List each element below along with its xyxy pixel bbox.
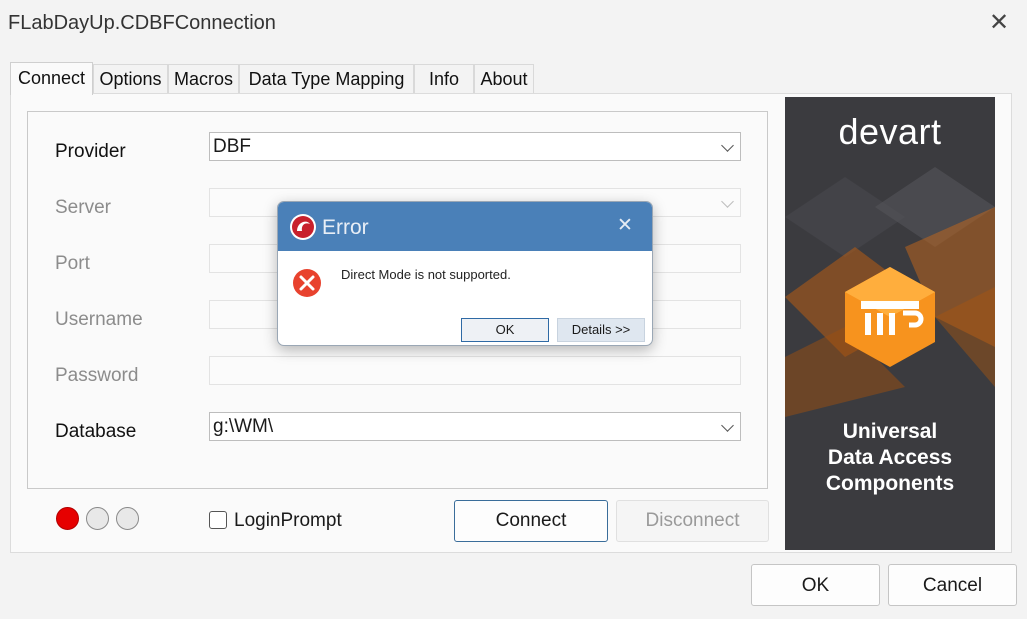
- tab-data-type-mapping[interactable]: Data Type Mapping: [239, 64, 414, 93]
- uda-line-1: Universal: [842, 420, 938, 443]
- disconnect-button: Disconnect: [616, 500, 769, 542]
- error-icon: [293, 269, 321, 297]
- status-indicator-yellow: [86, 507, 109, 530]
- cancel-button[interactable]: Cancel: [888, 564, 1017, 606]
- tab-macros[interactable]: Macros: [168, 64, 239, 93]
- uda-logo-icon: [845, 267, 935, 367]
- devart-logo: devart: [838, 111, 942, 152]
- tab-about[interactable]: About: [474, 64, 534, 93]
- database-select[interactable]: g:\WM\: [209, 412, 741, 441]
- provider-label: Provider: [55, 141, 126, 162]
- provider-select[interactable]: DBF: [209, 132, 741, 161]
- dialog-ok-button[interactable]: OK: [461, 318, 549, 342]
- close-icon[interactable]: ✕: [614, 215, 636, 237]
- connect-button[interactable]: Connect: [454, 500, 608, 542]
- username-label: Username: [55, 309, 143, 330]
- server-label: Server: [55, 197, 111, 218]
- uda-line-2: Data Access: [827, 446, 953, 469]
- tab-info[interactable]: Info: [414, 64, 474, 93]
- ok-button[interactable]: OK: [751, 564, 880, 606]
- chevron-down-icon[interactable]: [721, 419, 734, 432]
- window-title: FLabDayUp.CDBFConnection: [8, 12, 276, 34]
- devart-banner: devart Universal Data Access Components: [785, 97, 995, 550]
- login-prompt-checkbox[interactable]: [209, 511, 227, 529]
- password-label: Password: [55, 365, 139, 386]
- status-indicator-red: [56, 507, 79, 530]
- port-label: Port: [55, 253, 90, 274]
- uda-line-3: Components: [825, 472, 955, 495]
- database-label: Database: [55, 421, 137, 442]
- status-indicator-green: [116, 507, 139, 530]
- chevron-down-icon: [721, 195, 734, 208]
- tab-options[interactable]: Options: [93, 64, 168, 93]
- dialog-title: Error: [322, 216, 369, 239]
- error-message: Direct Mode is not supported.: [341, 267, 511, 282]
- app-logo-icon: [290, 214, 316, 240]
- error-dialog: Error ✕ Direct Mode is not supported. OK…: [277, 201, 653, 346]
- login-prompt-label[interactable]: LoginPrompt: [234, 510, 342, 532]
- details-button[interactable]: Details >>: [557, 318, 645, 342]
- password-field: [209, 356, 741, 385]
- provider-value: DBF: [213, 136, 251, 157]
- close-icon[interactable]: ✕: [984, 8, 1014, 38]
- chevron-down-icon[interactable]: [721, 139, 734, 152]
- uda-text: Universal Data Access Components: [785, 419, 995, 497]
- tab-connect[interactable]: Connect: [10, 62, 93, 95]
- database-value: g:\WM\: [213, 416, 274, 437]
